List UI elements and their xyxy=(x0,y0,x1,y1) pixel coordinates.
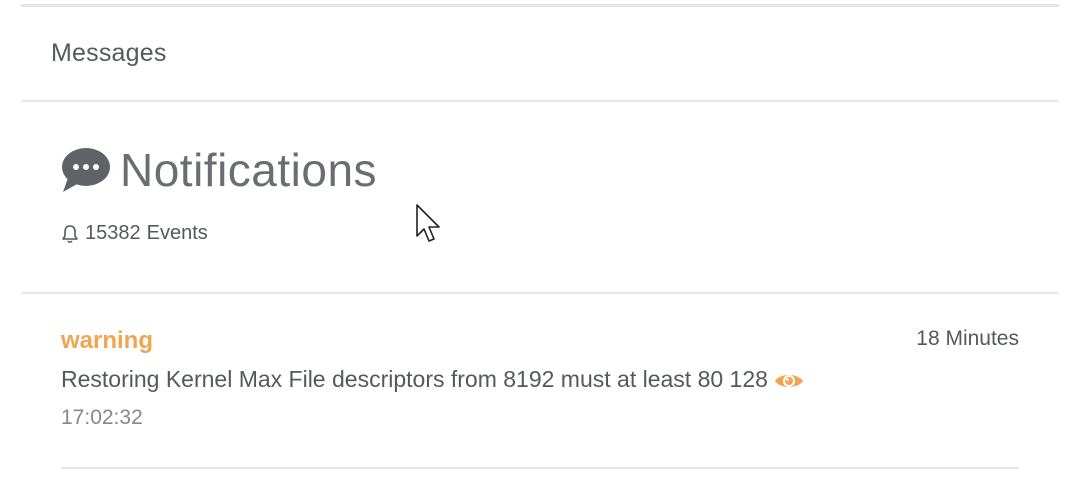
events-summary: 15382 Events xyxy=(61,222,208,245)
messages-header: Messages xyxy=(21,7,1059,102)
event-message: Restoring Kernel Max File descriptors fr… xyxy=(61,366,768,392)
mouse-cursor-icon xyxy=(416,204,440,242)
event-time-ago: 18 Minutes xyxy=(916,327,1019,350)
event-timestamp: 17:02:32 xyxy=(61,406,143,429)
eye-icon[interactable] xyxy=(774,370,804,390)
section-divider xyxy=(21,292,1059,294)
notifications-heading: Notifications xyxy=(61,140,377,200)
event-level: warning xyxy=(61,327,154,354)
bell-icon xyxy=(61,224,79,244)
events-label: Events xyxy=(146,222,208,244)
events-count: 15382 xyxy=(85,222,141,244)
messages-panel: Messages Notifications 15382 Events warn… xyxy=(21,0,1059,482)
notifications-title: Notifications xyxy=(120,144,378,196)
event-message-row: Restoring Kernel Max File descriptors fr… xyxy=(61,366,804,393)
event-item: warning 18 Minutes Restoring Kernel Max … xyxy=(61,318,1019,469)
messages-title: Messages xyxy=(51,39,167,67)
speech-bubble-icon xyxy=(61,147,111,193)
